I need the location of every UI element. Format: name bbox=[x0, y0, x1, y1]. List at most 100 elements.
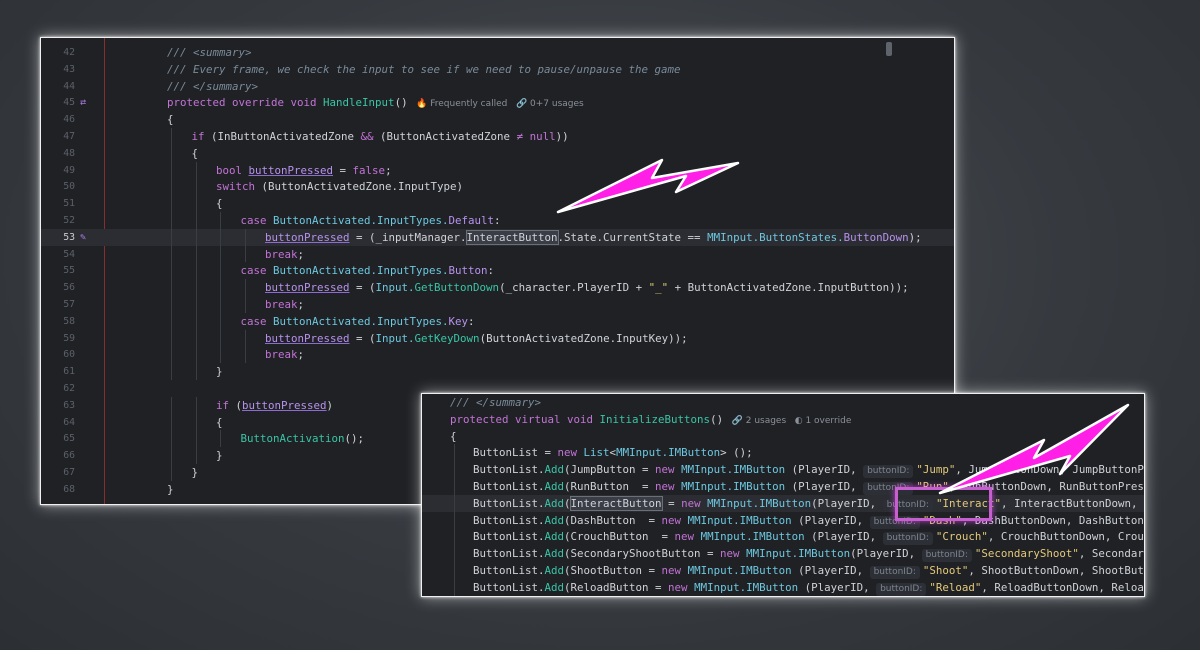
indent-guide bbox=[171, 161, 172, 179]
code-token: buttonPressed bbox=[265, 230, 350, 244]
code-text: buttonPressed = (Input.GetKeyDown(Button… bbox=[265, 330, 688, 347]
line-number: 47 bbox=[63, 131, 75, 142]
code-text: } bbox=[167, 481, 174, 498]
code-token[interactable]: GetButtonDown bbox=[415, 281, 500, 294]
code-line[interactable]: /// </summary> bbox=[422, 394, 1144, 411]
indent-guide bbox=[244, 228, 246, 246]
code-token: , InteractButtonDown, Intera bbox=[1000, 496, 1144, 510]
code-text: ButtonList.Add(JumpButton = new MMInput.… bbox=[473, 461, 1144, 479]
codelens-hint[interactable]: 🔥 Frequently called 🔗 0+7 usages bbox=[408, 99, 584, 109]
code-line[interactable]: 51 { bbox=[41, 195, 954, 212]
code-token[interactable]: ButtonActivation bbox=[241, 432, 345, 445]
code-text: case ButtonActivated.InputTypes.Default: bbox=[241, 212, 501, 229]
code-token: , SecondaryShoot bbox=[1078, 547, 1144, 561]
codelens-hint[interactable]: 🔗 2 usages ◐ 1 override bbox=[723, 416, 852, 426]
line-number: 64 bbox=[63, 416, 75, 428]
code-token[interactable]: HandleInput bbox=[323, 96, 395, 109]
code-line[interactable]: 57 break; bbox=[41, 296, 954, 313]
code-token[interactable]: Add bbox=[545, 497, 565, 510]
code-token[interactable]: Add bbox=[545, 564, 565, 577]
edit-icon[interactable]: ✎ bbox=[75, 229, 91, 246]
code-text: case ButtonActivated.InputTypes.Button: bbox=[241, 262, 495, 279]
indent-guide bbox=[220, 312, 221, 330]
code-line[interactable]: ButtonList.Add(JumpButton = new MMInput.… bbox=[422, 461, 1144, 479]
code-line[interactable]: 60 break; bbox=[41, 346, 954, 364]
code-token: = ( bbox=[349, 331, 376, 345]
override-icon[interactable]: ⇄ bbox=[75, 94, 91, 111]
indent-guide bbox=[454, 478, 455, 495]
code-text: break; bbox=[265, 296, 304, 313]
line-number: 43 bbox=[63, 63, 75, 75]
code-line[interactable]: 49 bool buttonPressed = false; bbox=[41, 161, 954, 179]
code-line[interactable]: ButtonList.Add(ShootButton = new MMInput… bbox=[422, 562, 1144, 579]
code-line[interactable]: 47 if (InButtonActivatedZone && (ButtonAc… bbox=[41, 128, 954, 145]
code-line[interactable]: ButtonList.Add(DashButton = new MMInput.… bbox=[422, 511, 1144, 529]
code-token: buttonPressed bbox=[265, 281, 350, 295]
code-token: ButtonList. bbox=[473, 564, 545, 577]
code-text: { bbox=[450, 428, 457, 445]
code-line[interactable]: 61} bbox=[41, 363, 954, 380]
code-line[interactable]: 56 buttonPressed = (Input.GetButtonDown(_… bbox=[41, 279, 954, 296]
indent-guide bbox=[171, 447, 172, 464]
code-line[interactable]: 54 break; bbox=[41, 245, 954, 263]
line-number: 57 bbox=[63, 299, 75, 310]
indent-guide bbox=[220, 212, 221, 229]
code-token: /// </summary> bbox=[450, 396, 542, 409]
code-line[interactable]: 46 { bbox=[41, 111, 954, 128]
code-line[interactable]: 55 case ButtonActivated.InputTypes.Button… bbox=[41, 262, 954, 280]
code-line[interactable]: 50 switch (ButtonActivatedZone.InputType) bbox=[41, 178, 954, 196]
code-token: (_character.PlayerID + bbox=[499, 281, 649, 295]
code-token: protected bbox=[450, 412, 516, 426]
code-line[interactable]: ButtonList.Add(SecondaryShootButton = ne… bbox=[422, 545, 1144, 563]
code-token: ButtonList. bbox=[473, 580, 545, 594]
code-line[interactable]: 53 ✎ buttonPressed = (_inputManager.Intera… bbox=[41, 228, 954, 246]
code-line[interactable]: 59 buttonPressed = (Input.GetKeyDown(Butt… bbox=[41, 329, 954, 347]
code-token: ButtonActivated.InputTypes. bbox=[273, 214, 449, 227]
code-token[interactable]: Add bbox=[545, 530, 565, 543]
code-line[interactable]: { bbox=[422, 428, 1144, 445]
code-token: InteractButton bbox=[569, 495, 663, 511]
code-line[interactable]: 43 /// Every frame, we check the input to… bbox=[41, 61, 954, 78]
line-number: 58 bbox=[63, 315, 75, 327]
code-token: "Jump" bbox=[916, 463, 956, 477]
code-line[interactable]: 52 case ButtonActivated.InputTypes.Defaul… bbox=[41, 212, 954, 229]
code-token[interactable]: Add bbox=[545, 463, 565, 476]
code-token: (); bbox=[344, 432, 365, 446]
code-token: (PlayerID, bbox=[785, 480, 864, 493]
code-token: protected bbox=[167, 96, 233, 110]
code-token: new bbox=[720, 547, 747, 561]
code-token: (PlayerID, bbox=[791, 513, 870, 527]
code-token[interactable]: Add bbox=[545, 514, 565, 527]
code-token[interactable]: Add bbox=[545, 547, 565, 560]
indent-guide bbox=[171, 329, 172, 347]
indent-guide bbox=[244, 329, 246, 347]
code-token[interactable]: InitializeButtons bbox=[600, 413, 711, 426]
code-line[interactable]: ButtonList.Add(RunButton = new MMInput.I… bbox=[422, 478, 1144, 495]
code-token: ; bbox=[297, 298, 305, 311]
code-token[interactable]: Add bbox=[545, 581, 565, 594]
code-token[interactable]: Add bbox=[545, 480, 565, 493]
code-token: , JumpButtonDown, JumpButtonPressed bbox=[955, 463, 1144, 477]
code-line[interactable]: ButtonList.Add(InteractButton = new MMIn… bbox=[422, 494, 1144, 512]
code-editor-secondary[interactable]: /// </summary> protected virtual void Ini… bbox=[421, 393, 1145, 597]
code-line[interactable]: 42 /// <summary> bbox=[41, 44, 954, 61]
code-text: ButtonList.Add(ReloadButton = new MMInpu… bbox=[473, 579, 1144, 596]
code-line[interactable]: 48 { bbox=[41, 144, 954, 162]
line-number: 46 bbox=[63, 114, 75, 126]
indent-guide bbox=[454, 511, 455, 529]
code-line[interactable]: ButtonList.Add(CrouchButton = new MMInpu… bbox=[422, 528, 1144, 546]
code-line[interactable]: ButtonList.Add(ReloadButton = new MMInpu… bbox=[422, 578, 1144, 596]
code-token[interactable]: GetKeyDown bbox=[415, 332, 480, 345]
code-line[interactable]: 45 ⇄ protected override void HandleInput()… bbox=[41, 94, 954, 111]
code-line[interactable]: 58 case ButtonActivated.InputTypes.Key: bbox=[41, 312, 954, 330]
code-line[interactable]: ButtonList = new List<MMInput.IMButton> … bbox=[422, 444, 1144, 462]
indent-guide bbox=[171, 128, 172, 145]
code-line[interactable]: protected virtual void InitializeButtons… bbox=[422, 411, 1144, 428]
indent-guide bbox=[195, 228, 197, 246]
code-line[interactable]: 44 /// </summary> bbox=[41, 78, 954, 95]
code-token: MMInput.IMButton bbox=[687, 513, 792, 527]
line-number: 49 bbox=[63, 164, 75, 176]
line-number: 55 bbox=[63, 265, 75, 277]
code-token: /// Every frame, we check the input to s… bbox=[167, 62, 681, 76]
indent-guide bbox=[171, 262, 172, 280]
